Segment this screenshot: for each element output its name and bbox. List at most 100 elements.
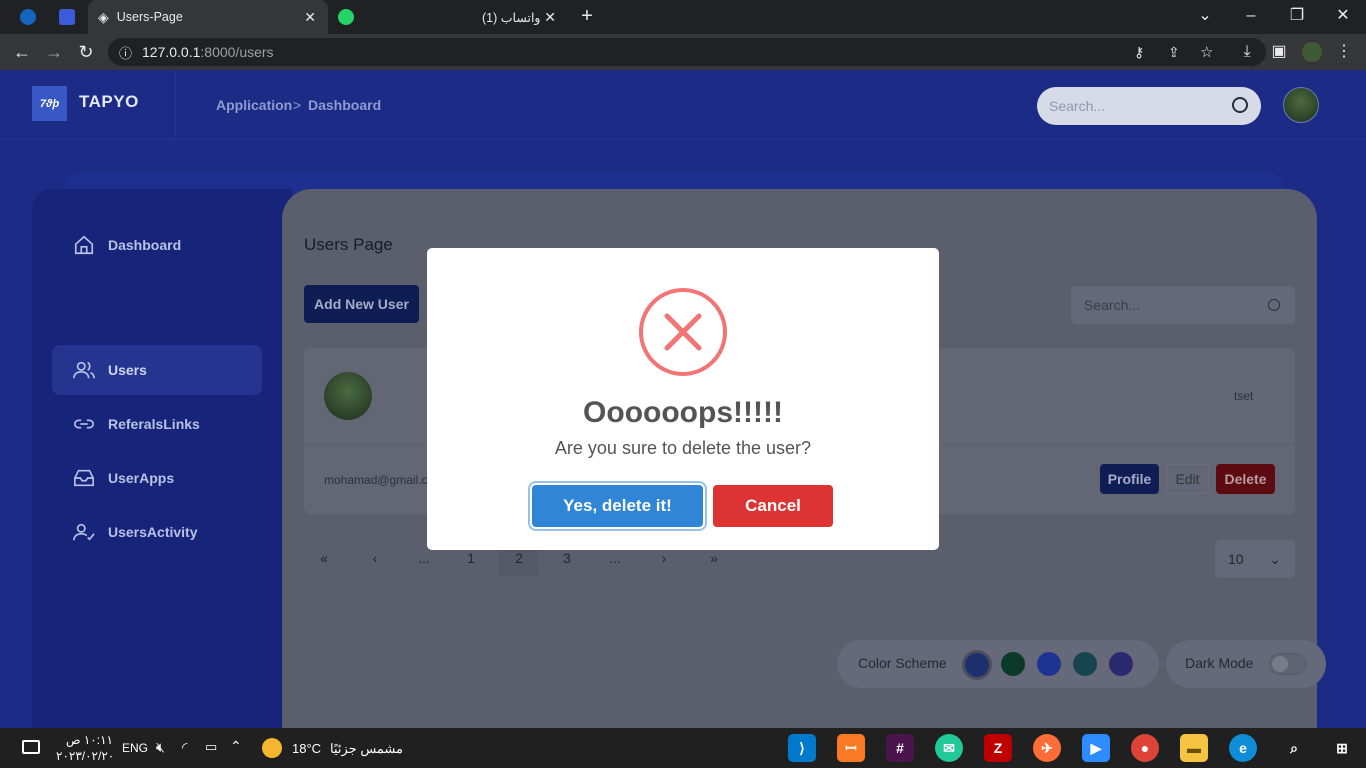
color-swatch-5[interactable] [1109, 652, 1133, 676]
profile-button[interactable]: Profile [1100, 464, 1159, 494]
dark-mode-toggle[interactable] [1269, 653, 1306, 675]
tab-users-page[interactable]: ◈ Users-Page ✕ [88, 0, 328, 34]
delete-button[interactable]: Delete [1216, 464, 1275, 494]
top-search-input[interactable]: Search... [1037, 87, 1261, 125]
key-icon[interactable]: ⚷ [1134, 44, 1144, 61]
confirm-delete-button[interactable]: Yes, delete it! [532, 485, 703, 527]
search-icon[interactable] [1232, 97, 1248, 113]
per-page-select[interactable]: 10 ⌄ [1215, 540, 1295, 578]
postman-icon[interactable]: ✈ [1033, 734, 1061, 762]
confirm-delete-dialog: Oooooops!!!!! Are you sure to delete the… [427, 248, 939, 550]
cancel-button[interactable]: Cancel [713, 485, 833, 527]
mail-app-icon[interactable]: ✉ [935, 734, 963, 762]
edge-icon[interactable]: e [1229, 734, 1257, 762]
battery-icon[interactable]: ▭ [205, 739, 217, 755]
weather-icon[interactable] [262, 738, 282, 758]
close-tab-icon[interactable]: ✕ [544, 9, 556, 26]
tab-title: Users-Page [116, 10, 183, 24]
sidebar-item-users-activity[interactable]: UsersActivity [52, 507, 262, 557]
sidebar-item-label: Users [108, 362, 147, 378]
forward-icon[interactable]: → [44, 43, 64, 61]
user-card-avatar [324, 372, 372, 420]
toggle-knob [1272, 656, 1288, 672]
search-icon[interactable]: ⌕ [1280, 734, 1308, 762]
user-email: mohamad@gmail.c [324, 473, 428, 487]
pagination-prev[interactable]: ‹ [355, 539, 395, 577]
sidebar-item-dashboard[interactable]: Dashboard [52, 220, 262, 270]
volume-icon[interactable]: 🔇︎ [156, 739, 165, 756]
weather-temp[interactable]: 18°C [292, 741, 321, 756]
clock-time[interactable]: ١٠:١١ ص [66, 733, 113, 747]
windows-taskbar: ١٠:١١ ص ٢٠٢٣/٠٢/٢٠ ENG 🔇︎ ◜ ▭ ⌃ 18°C مشم… [0, 728, 1366, 768]
profile-avatar[interactable] [1302, 42, 1322, 62]
sidebar-item-referals-links[interactable]: ReferalsLinks [52, 399, 262, 449]
sidepanel-icon[interactable]: ▣ [1269, 44, 1289, 60]
new-tab-icon[interactable]: + [577, 6, 597, 26]
share-icon[interactable]: ⇪ [1168, 44, 1180, 61]
users-search-input[interactable]: Search... [1071, 286, 1295, 324]
address-bar[interactable]: ⓘ 127.0.0.1:8000/users ⚷ ⇪ ☆ [108, 38, 1266, 66]
color-swatch-3[interactable] [1037, 652, 1061, 676]
edit-button[interactable]: Edit [1166, 464, 1209, 494]
link-icon [72, 412, 96, 436]
zoom-icon[interactable]: ▶ [1082, 734, 1110, 762]
close-tab-icon[interactable]: ✕ [304, 9, 316, 26]
chrome-icon[interactable]: ● [1131, 734, 1159, 762]
chevron-up-icon[interactable]: ⌃ [230, 738, 242, 755]
color-scheme-bar: Color Scheme [837, 640, 1159, 688]
search-icon[interactable] [1268, 299, 1280, 311]
page-title: Users Page [304, 235, 393, 254]
chevron-down-icon[interactable]: ⌄ [1195, 8, 1215, 24]
breadcrumb-application[interactable]: Application [216, 97, 292, 113]
add-new-user-button[interactable]: Add New User [304, 285, 419, 323]
language-indicator[interactable]: ENG [122, 741, 148, 755]
notification-icon[interactable] [22, 740, 40, 754]
user-avatar[interactable] [1283, 87, 1319, 123]
top-nav: 7ϑϸ TAPYO Application > Dashboard Search… [0, 70, 1366, 140]
pagination-first[interactable]: « [304, 539, 344, 577]
info-icon: ⓘ [119, 45, 133, 61]
weather-text[interactable]: مشمس جزئيًا [330, 741, 403, 757]
breadcrumb-dashboard[interactable]: Dashboard [308, 97, 381, 113]
star-icon[interactable]: ☆ [1200, 43, 1213, 61]
slack-icon[interactable]: # [886, 734, 914, 762]
vscode-icon[interactable]: ⟩ [788, 734, 816, 762]
wifi-icon[interactable]: ◜ [182, 739, 187, 756]
close-window-icon[interactable]: ✕ [1333, 8, 1353, 24]
browser-toolbar: ← → ↻ ⓘ 127.0.0.1:8000/users ⚷ ⇪ ☆ ⤓ ▣ ⋮ [0, 34, 1366, 70]
filezilla-icon[interactable]: Z [984, 734, 1012, 762]
tab-title: (1) واتساب [482, 10, 541, 25]
color-swatch-4[interactable] [1073, 652, 1097, 676]
search-placeholder: Search... [1049, 98, 1106, 114]
settings-tab-icon[interactable] [59, 9, 75, 25]
clock-date[interactable]: ٢٠٢٣/٠٢/٢٠ [56, 749, 114, 763]
sidebar-item-label: ReferalsLinks [108, 416, 200, 432]
file-explorer-icon[interactable]: ▬ [1180, 734, 1208, 762]
dialog-title: Oooooops!!!!! [583, 396, 783, 429]
search-placeholder: Search... [1084, 297, 1141, 313]
sidebar-item-label: UserApps [108, 470, 175, 486]
per-page-value: 10 [1228, 551, 1244, 567]
sidebar-item-users[interactable]: Users [52, 345, 262, 395]
xampp-icon[interactable]: ꟷ [837, 734, 865, 762]
user-tag: tset [1234, 389, 1254, 403]
minimize-icon[interactable]: – [1241, 8, 1261, 24]
tab-whatsapp[interactable]: (1) واتساب ✕ [330, 0, 570, 34]
color-swatch-2[interactable] [1001, 652, 1025, 676]
restore-icon[interactable]: ❐ [1287, 8, 1307, 24]
edge-tab-icon[interactable] [20, 9, 36, 25]
url-host: 127.0.0.1 [142, 44, 201, 60]
sidebar: Dashboard Users ReferalsLinks UserApps U… [32, 189, 292, 728]
color-swatch-1[interactable] [962, 650, 992, 680]
download-icon[interactable]: ⤓ [1237, 44, 1257, 60]
windows-start-icon[interactable]: ⊞ [1328, 734, 1356, 762]
whatsapp-icon [338, 9, 354, 25]
inbox-icon [72, 466, 96, 490]
reload-icon[interactable]: ↻ [76, 43, 96, 61]
sidebar-item-user-apps[interactable]: UserApps [52, 453, 262, 503]
back-icon[interactable]: ← [12, 43, 32, 61]
breadcrumb-separator: > [293, 97, 302, 113]
logo[interactable]: 7ϑϸ [32, 86, 67, 121]
menu-icon[interactable]: ⋮ [1334, 44, 1354, 60]
dark-mode-bar: Dark Mode [1166, 640, 1326, 688]
